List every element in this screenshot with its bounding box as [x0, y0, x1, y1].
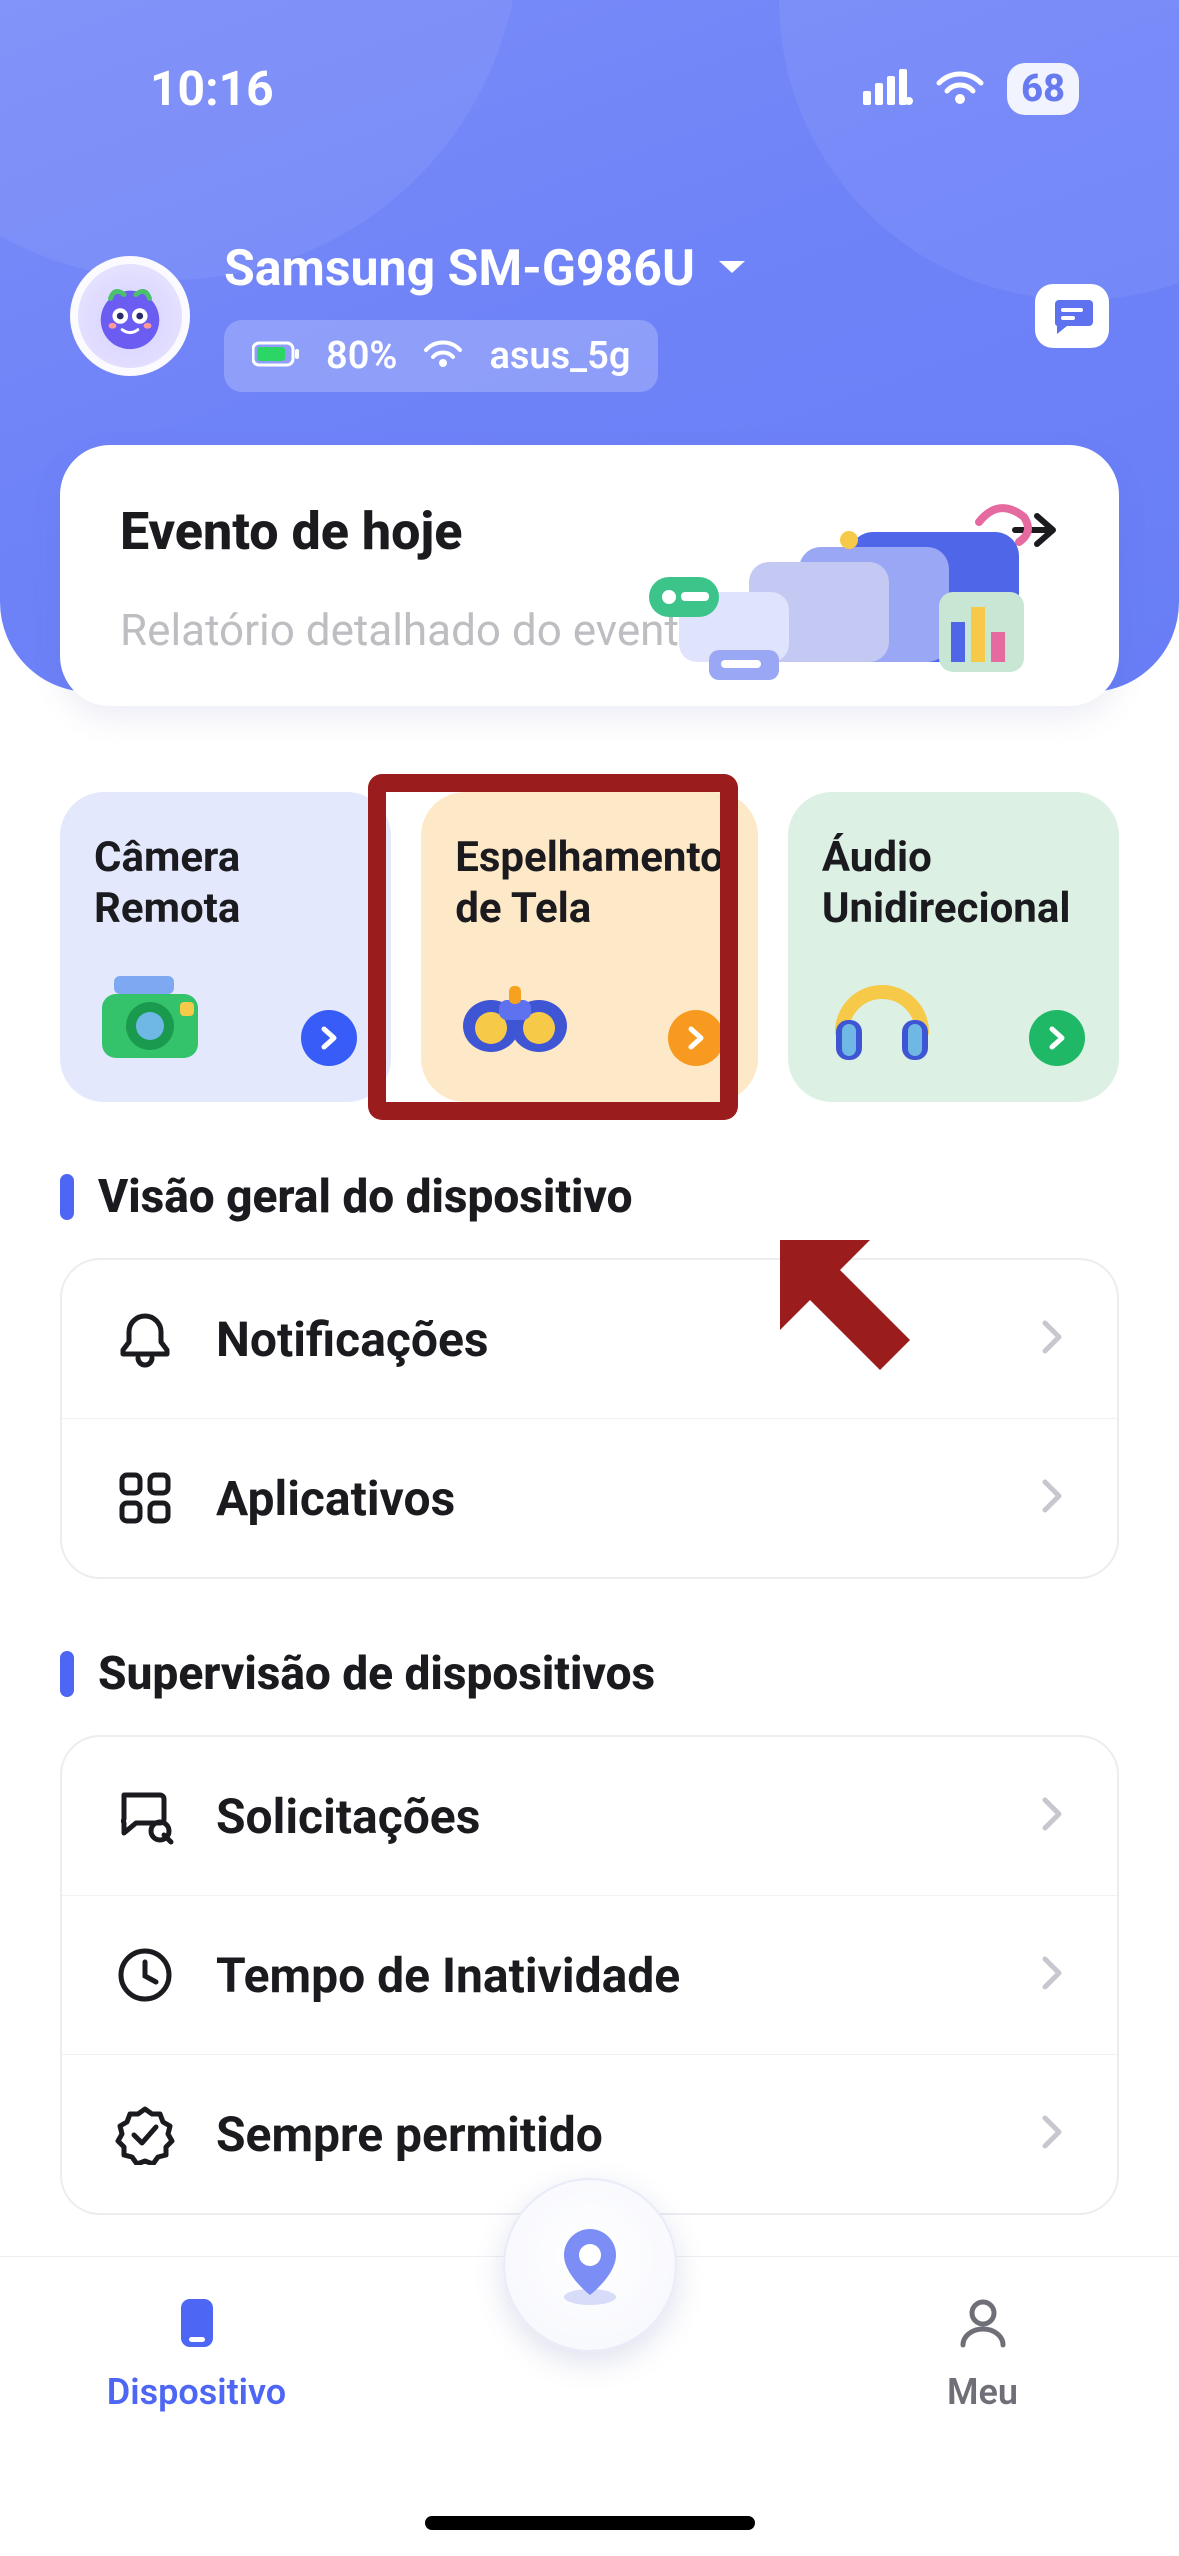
row-label: Tempo de Inatividade — [216, 1947, 1001, 2004]
tile-screen-mirroring[interactable]: Espelhamento de Tela — [421, 792, 758, 1102]
go-icon — [668, 1010, 724, 1066]
row-apps[interactable]: Aplicativos — [62, 1418, 1117, 1577]
row-label: Sempre permitido — [216, 2106, 1001, 2163]
device-name: Samsung SM-G986U — [224, 240, 695, 298]
status-time: 10:16 — [150, 60, 274, 117]
clock-icon — [114, 1944, 176, 2006]
home-indicator[interactable] — [425, 2516, 755, 2530]
requests-icon — [114, 1785, 176, 1847]
camera-icon — [94, 966, 214, 1066]
cellular-icon — [863, 60, 913, 117]
supervision-card: Solicitações Tempo de Inatividade Sempre… — [60, 1735, 1119, 2215]
status-battery: 68 — [1007, 63, 1079, 115]
battery-icon — [252, 334, 300, 378]
location-pin-icon — [542, 2217, 638, 2313]
device-selector[interactable]: Samsung SM-G986U — [224, 240, 1015, 298]
section-text: Visão geral do dispositivo — [98, 1170, 633, 1224]
event-title: Evento de hoje — [120, 501, 462, 562]
tab-bar: Dispositivo Meu — [0, 2256, 1179, 2556]
section-supervision-title: Supervisão de dispositivos — [0, 1647, 1179, 1701]
status-right: 68 — [863, 60, 1079, 117]
row-label: Solicitações — [216, 1788, 1001, 1845]
go-icon — [301, 1010, 357, 1066]
fab-location[interactable] — [503, 2178, 677, 2352]
event-card[interactable]: Evento de hoje Relatório detalhado do ev… — [60, 445, 1119, 706]
row-notifications[interactable]: Notificações — [62, 1260, 1117, 1418]
chat-button[interactable] — [1035, 284, 1109, 348]
status-bar: 10:16 68 — [0, 60, 1179, 117]
device-wifi-name: asus_5g — [489, 334, 630, 378]
row-label: Aplicativos — [216, 1470, 1001, 1527]
tab-label: Dispositivo — [107, 2371, 286, 2413]
tile-one-way-audio[interactable]: Áudio Unidirecional — [788, 792, 1119, 1102]
badge-check-icon — [114, 2103, 176, 2165]
section-bar — [60, 1174, 74, 1220]
device-avatar[interactable] — [70, 256, 190, 376]
tab-label: Meu — [947, 2371, 1018, 2413]
section-overview-title: Visão geral do dispositivo — [0, 1170, 1179, 1224]
tab-device[interactable]: Dispositivo — [0, 2293, 393, 2413]
tab-mine[interactable]: Meu — [786, 2293, 1179, 2413]
chevron-down-icon — [717, 257, 747, 281]
wifi-icon — [935, 60, 985, 117]
chevron-right-icon — [1041, 1796, 1065, 1836]
binoculars-icon — [455, 966, 575, 1066]
device-status-chip: 80% asus_5g — [224, 320, 658, 392]
device-tab-icon — [167, 2293, 227, 2353]
tile-remote-camera[interactable]: Câmera Remota — [60, 792, 391, 1102]
headphones-icon — [822, 966, 942, 1066]
bell-icon — [114, 1308, 176, 1370]
go-icon — [1029, 1010, 1085, 1066]
event-illustration — [639, 492, 1059, 682]
apps-icon — [114, 1467, 176, 1529]
row-requests[interactable]: Solicitações — [62, 1737, 1117, 1895]
row-downtime[interactable]: Tempo de Inatividade — [62, 1895, 1117, 2054]
tile-title: Espelhamento de Tela — [455, 832, 724, 934]
tile-title: Áudio Unidirecional — [822, 832, 1085, 934]
chevron-right-icon — [1041, 1478, 1065, 1518]
device-header: Samsung SM-G986U 80% asus_5g — [0, 130, 1179, 392]
hero-header: 10:16 68 Samsung SM-G986U — [0, 0, 1179, 692]
device-battery-pct: 80% — [326, 334, 397, 378]
chevron-right-icon — [1041, 1955, 1065, 1995]
chevron-right-icon — [1041, 2114, 1065, 2154]
section-bar — [60, 1651, 74, 1697]
chevron-right-icon — [1041, 1319, 1065, 1359]
wifi-small-icon — [423, 334, 463, 378]
row-label: Notificações — [216, 1311, 1001, 1368]
user-tab-icon — [953, 2293, 1013, 2353]
overview-card: Notificações Aplicativos — [60, 1258, 1119, 1579]
tile-title: Câmera Remota — [94, 832, 357, 934]
section-text: Supervisão de dispositivos — [98, 1647, 655, 1701]
